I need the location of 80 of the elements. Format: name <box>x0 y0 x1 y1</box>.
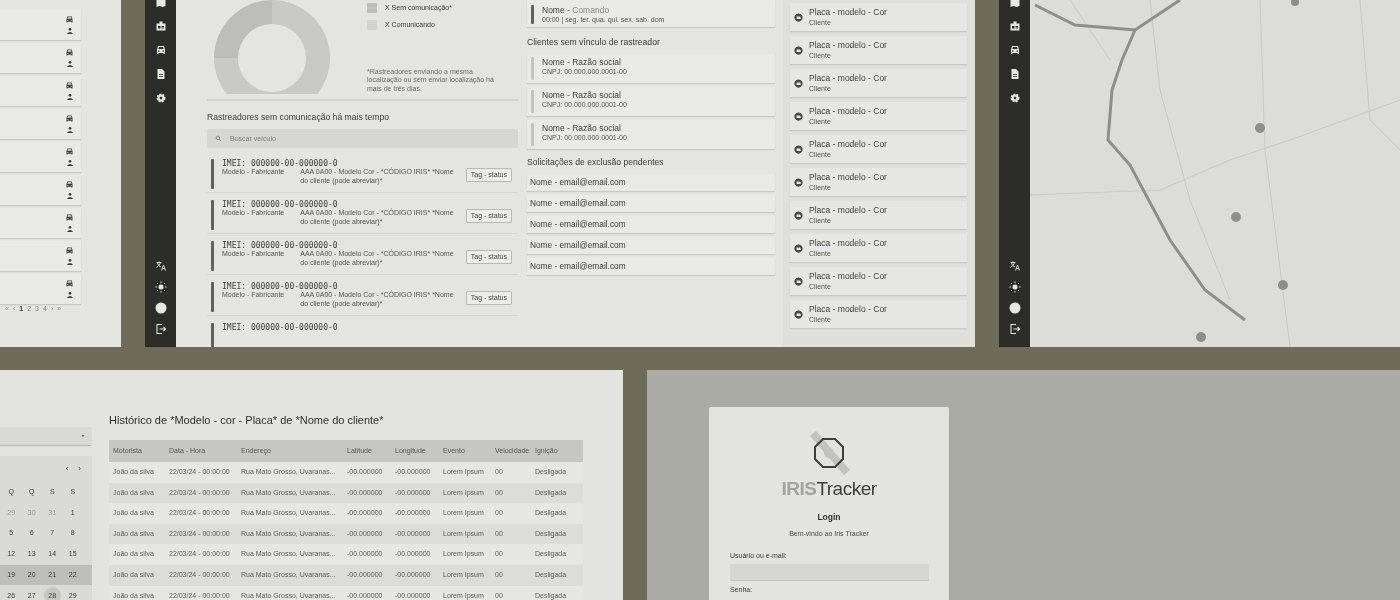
logo-wordmark: IRISTracker <box>781 479 877 498</box>
map-icon[interactable] <box>154 0 167 8</box>
car-icon <box>65 146 74 156</box>
settings-icon[interactable] <box>1008 92 1021 104</box>
translate-icon[interactable] <box>1008 260 1021 272</box>
car-icon <box>65 113 74 123</box>
vehicle-icon <box>794 111 803 121</box>
login-title: Login <box>817 511 841 524</box>
person-icon <box>66 258 74 267</box>
car-icon <box>65 179 74 189</box>
person-icon <box>66 192 74 201</box>
person-icon <box>66 291 74 300</box>
vehicle-icon <box>794 177 803 187</box>
person-icon <box>66 126 74 135</box>
vehicle-title: Placa - modelo - Cor <box>809 40 887 52</box>
person-icon <box>66 60 74 69</box>
vehicle-icon <box>794 243 803 253</box>
vehicle-icon <box>794 144 803 154</box>
settings-icon[interactable] <box>154 92 167 104</box>
person-icon <box>66 27 74 36</box>
car-icon[interactable] <box>154 44 167 56</box>
person-icon <box>66 159 74 168</box>
imei-text: IMEI: 000000-00-000000-0 <box>222 322 339 333</box>
month-nav-arrow[interactable]: ‹ <box>65 463 69 482</box>
vehicle-title: Placa - modelo - Cor <box>809 304 887 316</box>
person-icon <box>66 225 74 234</box>
history-title: Histórico de *Modelo - cor - Placa* de *Nome do cliente* <box>109 413 384 428</box>
request-row[interactable]: Nome - email@email.com <box>527 194 775 212</box>
avatar-icon[interactable] <box>154 302 167 314</box>
id-badge-icon[interactable] <box>1008 20 1021 32</box>
tracker-card[interactable]: IMEI: 000000-00-000000-0 <box>207 319 518 347</box>
month-nav-arrow[interactable]: › <box>78 463 81 482</box>
search-icon <box>215 134 222 142</box>
sun-icon[interactable] <box>1008 281 1021 293</box>
logout-icon[interactable] <box>1008 323 1021 335</box>
vehicle-icon <box>794 78 803 88</box>
vehicle-icon <box>794 45 803 55</box>
vehicle-title: Placa - modelo - Cor <box>809 7 887 19</box>
vehicle-title: Placa - modelo - Cor <box>809 73 887 85</box>
section-heading: Clientes sem vínculo de rastreador <box>527 36 661 49</box>
car-icon <box>65 245 74 255</box>
imei-text: IMEI: 000000-00-000000-0 <box>222 158 339 169</box>
caret-icon <box>80 433 86 439</box>
sun-icon[interactable] <box>154 281 167 293</box>
imei-text: IMEI: 000000-00-000000-0 <box>222 240 339 251</box>
car-icon <box>65 80 74 90</box>
person-icon <box>66 93 74 102</box>
section-heading: Solicitações de exclusão pendentes <box>527 156 665 169</box>
imei-text: IMEI: 000000-00-000000-0 <box>222 199 339 210</box>
username-field[interactable] <box>729 563 929 581</box>
request-row[interactable]: Nome - email@email.com <box>527 257 775 275</box>
imei-text: IMEI: 000000-00-000000-0 <box>222 281 339 292</box>
client-name: Nome - Razão social <box>542 90 622 102</box>
vehicle-title: Placa - modelo - Cor <box>809 139 887 151</box>
vehicle-icon <box>794 309 803 319</box>
translate-icon[interactable] <box>154 260 167 272</box>
car-icon[interactable] <box>1008 44 1021 56</box>
vehicle-title: Placa - modelo - Cor <box>809 205 887 217</box>
car-icon <box>65 47 74 57</box>
vehicle-icon <box>794 276 803 286</box>
vehicle-icon <box>794 210 803 220</box>
client-name: Nome - Razão social <box>542 57 622 69</box>
vehicle-title: Placa - modelo - Cor <box>809 106 887 118</box>
avatar-icon[interactable] <box>1008 302 1021 314</box>
vehicle-title: Placa - modelo - Cor <box>809 271 887 283</box>
vehicle-icon <box>794 12 803 22</box>
vehicle-title: Placa - modelo - Cor <box>809 172 887 184</box>
id-badge-icon[interactable] <box>154 20 167 32</box>
schedule-title: Nome - Comando <box>542 5 611 17</box>
car-icon <box>65 14 74 24</box>
map-icon[interactable] <box>1008 0 1021 8</box>
vehicle-title: Placa - modelo - Cor <box>809 238 887 250</box>
request-row[interactable]: Nome - email@email.com <box>527 236 775 254</box>
request-row[interactable]: Nome - email@email.com <box>527 173 775 191</box>
client-name: Nome - Razão social <box>542 123 622 135</box>
car-icon <box>65 278 74 288</box>
logout-icon[interactable] <box>154 323 167 335</box>
request-row[interactable]: Nome - email@email.com <box>527 215 775 233</box>
section-heading: Rastreadores sem comunicação há mais tempo <box>207 111 390 124</box>
car-icon <box>65 212 74 222</box>
